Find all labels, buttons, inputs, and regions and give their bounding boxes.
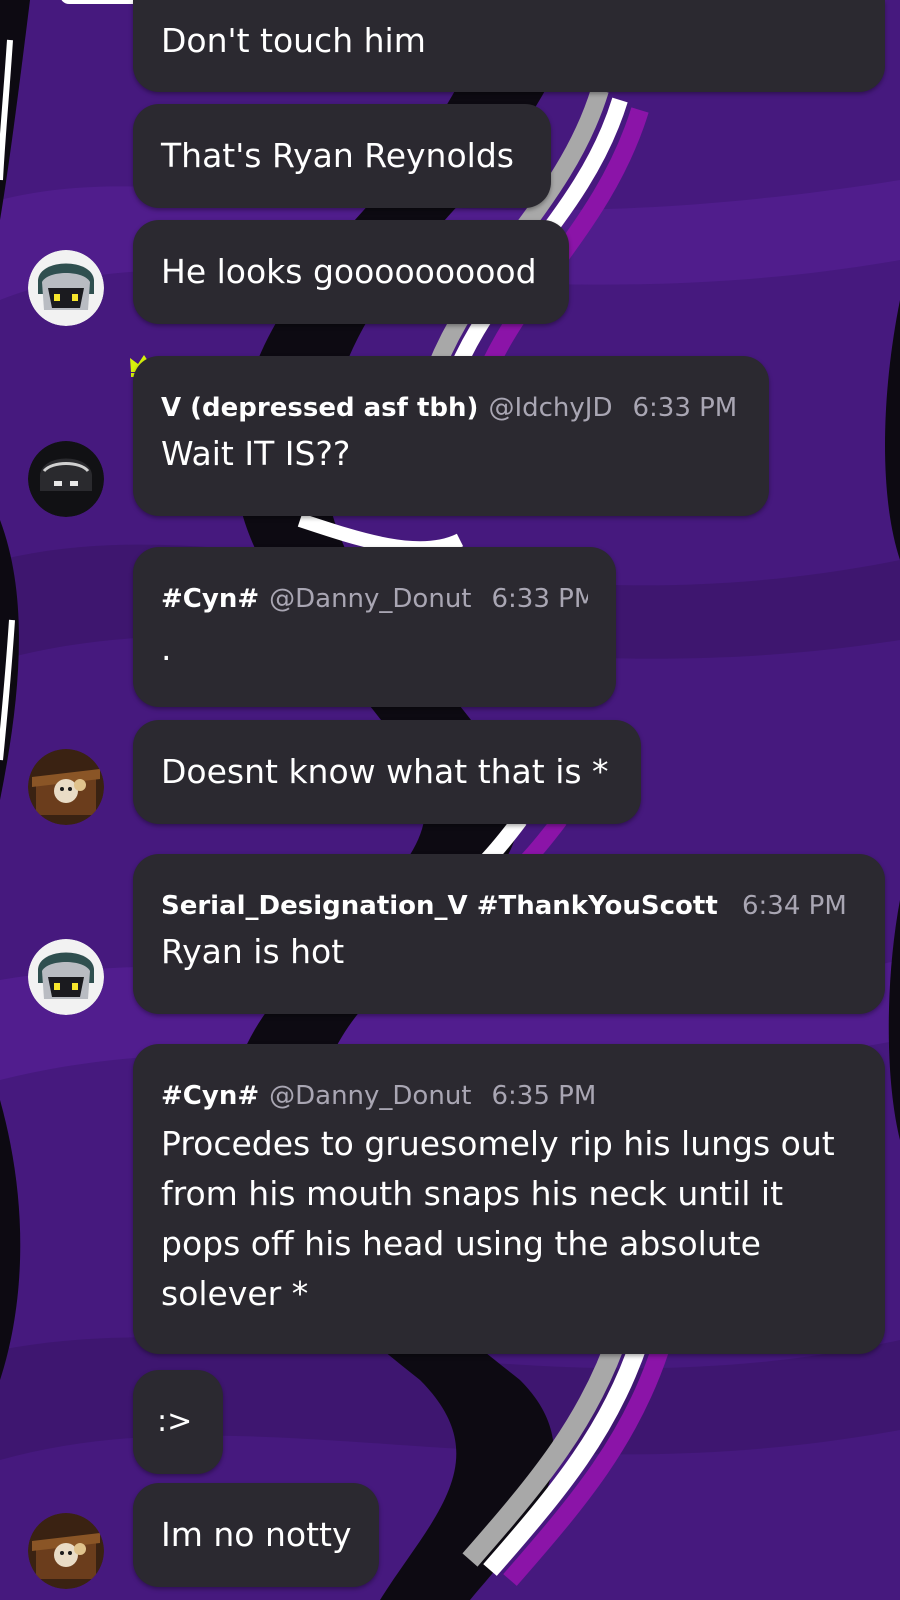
robot-girl-avatar[interactable] xyxy=(28,250,104,326)
message-bubble[interactable]: #Cyn# @Danny_Donut 6:35 PM Procedes to gru… xyxy=(133,1044,885,1354)
message-bubble[interactable]: V (depressed asf tbh) @IdchyJD 6:33 PM Wai… xyxy=(133,356,769,516)
timestamp: 6:35 PM xyxy=(491,1081,597,1111)
timestamp: 6:33 PM xyxy=(491,584,589,614)
message-bubble[interactable]: Doesnt know what that is * xyxy=(133,720,641,824)
message-header: Serial_Designation_V #ThankYouScott xyxy=(161,854,736,923)
message-text: Doesnt know what that is * xyxy=(161,752,609,791)
message-bubble[interactable]: :> xyxy=(133,1370,223,1474)
author-name[interactable]: #Cyn# xyxy=(161,584,259,614)
message-bubble[interactable]: #Cyn# @Danny_Donut 6:33 PM . xyxy=(133,547,616,707)
message-text: Wait IT IS?? xyxy=(161,434,351,473)
message-header: V (depressed asf tbh) @IdchyJD 6:33 PM xyxy=(161,356,741,425)
dark-robot-avatar[interactable] xyxy=(28,441,104,517)
author-handle[interactable]: @Danny_Donut xyxy=(269,584,471,614)
timestamp: 6:33 PM xyxy=(632,393,738,423)
message-header: #Cyn# @Danny_Donut 6:35 PM xyxy=(161,1044,857,1113)
message-bubble[interactable]: That's Ryan Reynolds xyxy=(133,104,551,208)
message-text: He looks goooooooood xyxy=(161,252,537,291)
author-name[interactable]: Serial_Designation_V #ThankYouScott xyxy=(161,891,718,921)
message-text: Ryan is hot xyxy=(161,932,345,971)
message-bubble[interactable]: He looks goooooooood xyxy=(133,220,569,324)
author-handle[interactable]: @Danny_Donut xyxy=(269,1081,471,1111)
author-name[interactable]: #Cyn# xyxy=(161,1081,259,1111)
doll-avatar[interactable] xyxy=(28,749,104,825)
message-text: :> xyxy=(157,1404,193,1439)
message-text: That's Ryan Reynolds xyxy=(161,136,514,175)
doll-avatar[interactable] xyxy=(28,1513,104,1589)
message-bubble[interactable]: Im no notty xyxy=(133,1483,379,1587)
message-header: #Cyn# @Danny_Donut 6:33 PM xyxy=(161,547,588,616)
author-handle[interactable]: @IdchyJD xyxy=(488,393,612,423)
message-text: Procedes to gruesomely rip his lungs out… xyxy=(161,1124,835,1313)
author-name[interactable]: V (depressed asf tbh) xyxy=(161,393,478,423)
message-text: Im no notty xyxy=(161,1515,352,1554)
message-text: . xyxy=(161,629,172,668)
message-bubble[interactable]: Don't touch him xyxy=(133,0,885,92)
message-text: Don't touch him xyxy=(161,21,426,60)
timestamp: 6:34 PM xyxy=(742,891,847,921)
robot-girl-avatar[interactable] xyxy=(28,939,104,1015)
message-bubble[interactable]: Serial_Designation_V #ThankYouScott 6:34… xyxy=(133,854,885,1014)
